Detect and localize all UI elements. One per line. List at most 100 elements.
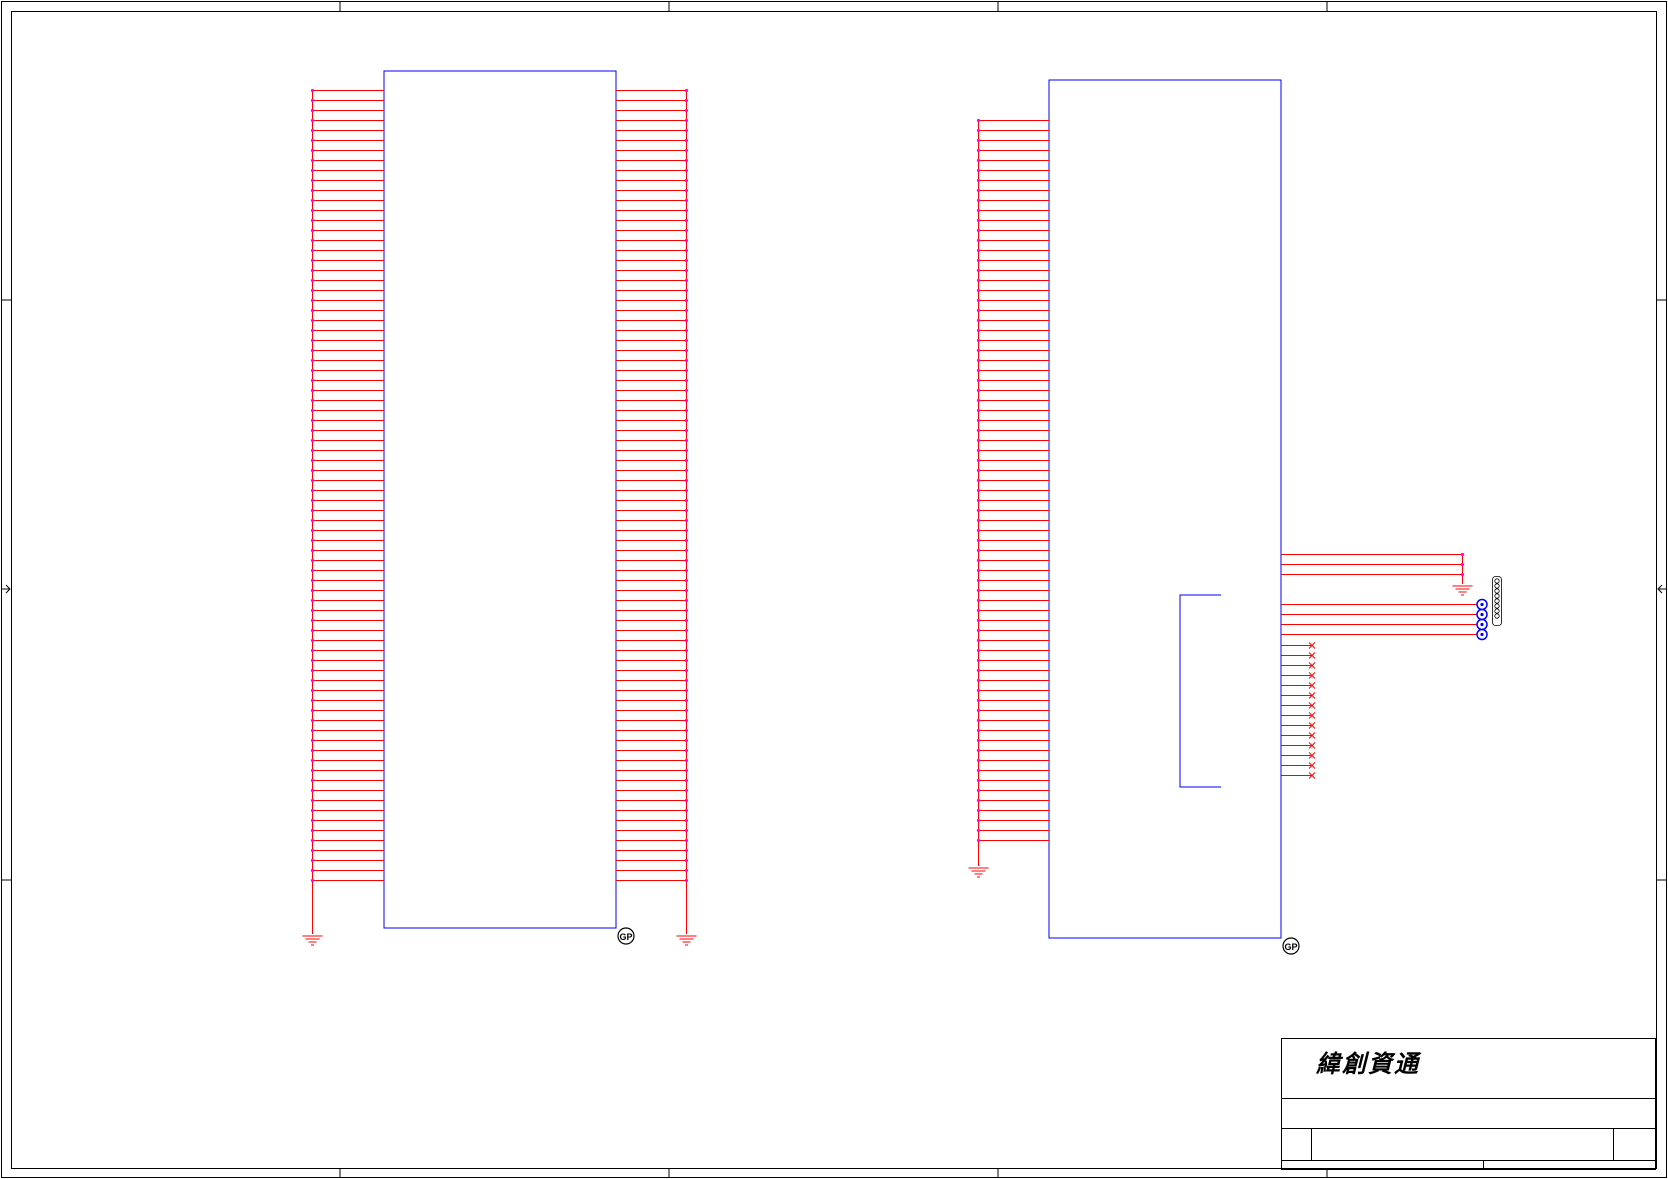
junction-dot [310, 758, 315, 763]
junction-dot [684, 398, 689, 403]
junction-dot [310, 798, 315, 803]
junction-dot [310, 308, 315, 313]
junction-dot [976, 298, 981, 303]
ground-symbols [302, 867, 989, 946]
junction-dot [310, 138, 315, 143]
junction-dot [310, 328, 315, 333]
junction-dot [976, 548, 981, 553]
junction-dot [976, 318, 981, 323]
junction-dot [976, 398, 981, 403]
junction-dot [310, 418, 315, 423]
junction-dot [310, 508, 315, 513]
junction-dot [976, 798, 981, 803]
junction-dot [976, 288, 981, 293]
junction-dot [684, 548, 689, 553]
junction-dot [684, 878, 689, 883]
junction-dot [684, 668, 689, 673]
junction-dot [310, 428, 315, 433]
junction-dot [310, 178, 315, 183]
junction-dot [976, 698, 981, 703]
junction-dot [684, 838, 689, 843]
junction-dot [684, 208, 689, 213]
junction-dot [684, 738, 689, 743]
junction-dot [684, 218, 689, 223]
junction-dot [310, 458, 315, 463]
junction-dot [684, 358, 689, 363]
junction-dot [684, 518, 689, 523]
junction-dot [684, 88, 689, 93]
junction-dot [684, 118, 689, 123]
junction-dot [684, 428, 689, 433]
junction-dot [976, 598, 981, 603]
junction-dot [310, 468, 315, 473]
junction-dot [976, 628, 981, 633]
junction-dot [976, 778, 981, 783]
junction-dot [976, 478, 981, 483]
junction-dot [684, 558, 689, 563]
junction-dot [310, 118, 315, 123]
junction-dot [310, 828, 315, 833]
junction-dot [976, 488, 981, 493]
junction-dot [310, 128, 315, 133]
junction-dot [310, 778, 315, 783]
junction-dot [310, 488, 315, 493]
junction-dot [976, 768, 981, 773]
left-connector-right-pins [616, 88, 689, 934]
junction-dot [310, 378, 315, 383]
junction-dot [976, 748, 981, 753]
junction-dot [310, 708, 315, 713]
junction-dot [684, 448, 689, 453]
junction-dot [976, 718, 981, 723]
junction-dot [976, 428, 981, 433]
left-connector-left-pins [310, 88, 384, 934]
junction-dot [684, 848, 689, 853]
junction-dot [310, 718, 315, 723]
junction-dot [976, 838, 981, 843]
junction-dot [684, 348, 689, 353]
junction-dot [976, 158, 981, 163]
junction-dot [684, 818, 689, 823]
junction-dot [310, 748, 315, 753]
junction-dot [684, 778, 689, 783]
junction-dot [684, 248, 689, 253]
junction-dot [684, 698, 689, 703]
test-point-label-marks [1492, 576, 1502, 626]
junction-dot [976, 808, 981, 813]
junction-dot [310, 108, 315, 113]
gp-marker-label: GP [619, 932, 632, 942]
junction-dot [310, 548, 315, 553]
junction-dot [976, 348, 981, 353]
junction-dot [310, 848, 315, 853]
junction-dot [684, 708, 689, 713]
junction-dot [310, 608, 315, 613]
junction-dot [976, 338, 981, 343]
junction-dot [976, 368, 981, 373]
junction-dot [310, 618, 315, 623]
junction-dot [684, 378, 689, 383]
junction-dot [976, 418, 981, 423]
junction-dot [684, 228, 689, 233]
junction-dot [976, 728, 981, 733]
junction-dot [684, 488, 689, 493]
junction-dot [310, 578, 315, 583]
junction-dot [976, 388, 981, 393]
test-point-icon [1476, 628, 1488, 641]
junction-dot [310, 838, 315, 843]
junction-dot [1460, 552, 1465, 557]
junction-dot [684, 408, 689, 413]
junction-dot [976, 278, 981, 283]
junction-dot [684, 538, 689, 543]
junction-dot [684, 388, 689, 393]
junction-dot [310, 638, 315, 643]
junction-dot [684, 158, 689, 163]
junction-dot [976, 138, 981, 143]
junction-dot [684, 168, 689, 173]
schematic-sheet: GP GP [1, 1, 1667, 1178]
junction-dot [310, 858, 315, 863]
junction-dot [310, 448, 315, 453]
junction-dot [684, 338, 689, 343]
junction-dot [976, 568, 981, 573]
junction-dot [684, 568, 689, 573]
junction-dot [1460, 572, 1465, 577]
junction-dot [310, 498, 315, 503]
